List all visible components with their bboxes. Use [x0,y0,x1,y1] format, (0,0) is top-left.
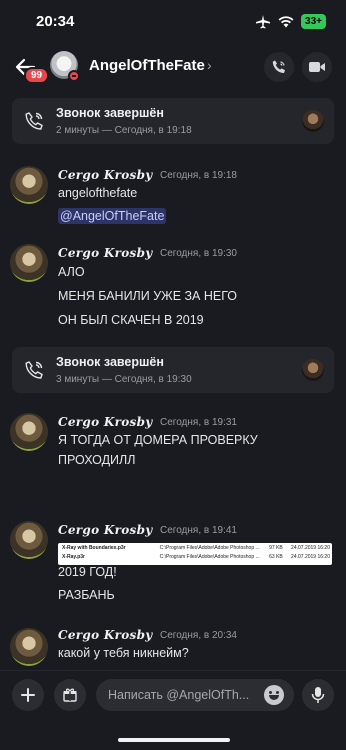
file-row: X-Ray.p3r C:\Program Files\Adobe\Adobe P… [62,554,330,563]
message-text: МЕНЯ БАНИЛИ УЖЕ ЗА НЕГО [58,289,238,303]
status-bar: 20:34 33+ [0,0,346,44]
message-text: angelofthefate [58,186,138,200]
file-name: X-Ray.p3r [62,554,85,560]
call-ended-card: Звонок завершён 2 минуты — Сегодня, в 19… [12,98,334,144]
status-icons: 33+ [255,14,326,29]
gift-icon [63,688,77,702]
avatar[interactable] [10,521,48,559]
file-list-screenshot[interactable]: X-Ray with Boundaries.p3r C:\Program Fil… [58,543,332,565]
message-timestamp: Сегодня, в 19:41 [160,525,237,536]
file-date: 24.07.2019 16:20 [291,545,330,551]
voice-call-button[interactable] [264,52,294,82]
message-composer [0,670,346,720]
file-row: X-Ray with Boundaries.p3r C:\Program Fil… [62,545,330,554]
phone-icon [272,60,285,73]
avatar [302,359,324,381]
voice-message-button[interactable] [302,679,334,711]
status-time: 20:34 [36,13,75,30]
phone-ended-icon [25,361,43,379]
unread-badge: 99 [24,67,50,84]
plus-icon [21,688,35,702]
call-ended-card: Звонок завершён 3 минуты — Сегодня, в 19… [12,347,334,393]
emoji-icon[interactable] [264,685,284,705]
file-path: C:\Program Files\Adobe\Adobe Photoshop .… [159,545,260,551]
message-text: ОН БЫЛ СКАЧЕН В 2019 [58,313,204,327]
message-timestamp: Сегодня, в 19:31 [160,417,237,428]
file-size: 97 KB [269,545,283,551]
message-text: 2019 ГОД! [58,565,117,579]
video-camera-icon [309,62,325,72]
avatar [302,110,324,132]
message-text: ПРОХОДИЛЛ [58,453,136,467]
microphone-icon [311,687,325,703]
add-attachment-button[interactable] [12,679,44,711]
message-text: Я ТОГДА ОТ ДОМЕРА ПРОВЕРКУ [58,433,258,447]
message-author[interactable]: Cergo Krosby [58,168,153,182]
contact-name[interactable]: AngelOfTheFate [89,57,205,74]
message-author[interactable]: Cergo Krosby [58,523,153,537]
file-name: X-Ray with Boundaries.p3r [62,545,126,551]
home-indicator [118,738,230,742]
avatar[interactable] [10,413,48,451]
chat-header: 99 AngelOfTheFate › [0,44,346,90]
message-timestamp: Сегодня, в 19:30 [160,248,237,259]
airplane-icon [256,14,271,28]
call-subtitle: 3 минуты — Сегодня, в 19:30 [56,374,192,385]
message-author[interactable]: Cergo Krosby [58,415,153,429]
avatar[interactable] [10,166,48,204]
dnd-status-icon [68,70,80,82]
message-timestamp: Сегодня, в 20:34 [160,630,237,641]
message-text: РАЗБАНЬ [58,588,115,602]
phone-ended-icon [25,112,43,130]
file-size: 63 KB [269,554,283,560]
message-timestamp: Сегодня, в 19:18 [160,170,237,181]
battery-indicator: 33+ [301,14,326,29]
user-mention[interactable]: @AngelOfTheFate [58,208,167,224]
call-subtitle: 2 минуты — Сегодня, в 19:18 [56,125,192,136]
call-title: Звонок завершён [56,106,164,120]
call-title: Звонок завершён [56,355,164,369]
file-path: C:\Program Files\Adobe\Adobe Photoshop .… [159,554,260,560]
wifi-icon [278,15,294,27]
message-author[interactable]: Cergo Krosby [58,246,153,260]
chevron-right-icon[interactable]: › [207,57,212,73]
gift-button[interactable] [54,679,86,711]
message-text: какой у тебя никнейм? [58,646,189,660]
message-text: АЛО [58,265,85,279]
message-author[interactable]: Cergo Krosby [58,628,153,642]
video-call-button[interactable] [302,52,332,82]
avatar[interactable] [10,244,48,282]
file-date: 24.07.2019 16:20 [291,554,330,560]
avatar[interactable] [10,628,48,666]
